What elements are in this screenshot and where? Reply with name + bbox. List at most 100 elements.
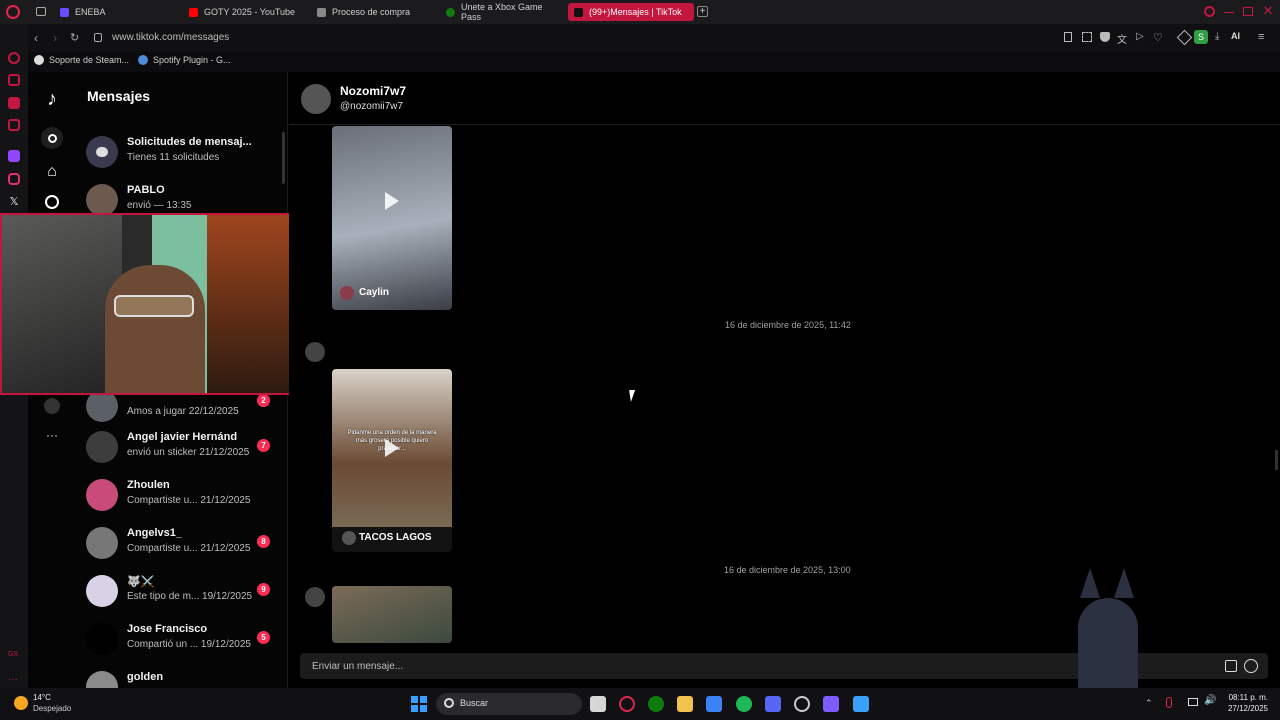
- clock-time[interactable]: 08:11 p. m.: [1226, 693, 1268, 702]
- xbox-icon[interactable]: [648, 696, 664, 712]
- play-icon[interactable]: [385, 439, 399, 457]
- opera-logo-icon[interactable]: [6, 5, 20, 19]
- shared-video[interactable]: Caylin: [332, 126, 452, 310]
- snapshot-icon[interactable]: [1082, 32, 1092, 42]
- play-icon[interactable]: [385, 192, 399, 210]
- video-thumbnail: [332, 586, 452, 643]
- emoji-icon[interactable]: [1244, 659, 1258, 673]
- list-item[interactable]: Zhoulen Compartiste u... 21/12/2025: [86, 475, 286, 519]
- bookmark-spotify[interactable]: Spotify Plugin - G...: [138, 55, 231, 65]
- chat-avatar[interactable]: [301, 84, 331, 114]
- tab-xbox[interactable]: Únete a Xbox Game Pass: [440, 3, 564, 21]
- tray-overflow-icon[interactable]: ⌃: [1145, 698, 1153, 709]
- store-icon[interactable]: [706, 696, 722, 712]
- profile-avatar[interactable]: S: [1194, 30, 1208, 44]
- url-field[interactable]: www.tiktok.com/messages: [112, 32, 229, 43]
- tab-checkout[interactable]: Proceso de compra: [311, 3, 433, 21]
- workspaces-icon[interactable]: [36, 7, 46, 16]
- new-tab-icon[interactable]: +: [697, 6, 708, 17]
- home-icon[interactable]: ⌂: [43, 163, 61, 181]
- list-item-name: Angelvs1_: [127, 527, 183, 539]
- shield-icon[interactable]: [1100, 32, 1110, 42]
- tab-label: Únete a Xbox Game Pass: [461, 3, 543, 21]
- menu-icon[interactable]: ≡: [1258, 31, 1264, 43]
- bookmark-steam[interactable]: Soporte de Steam...: [34, 55, 129, 65]
- tiktok-logo-icon[interactable]: ♪: [42, 88, 62, 110]
- more-options-icon[interactable]: ···: [46, 428, 58, 442]
- app-grid-icon[interactable]: [823, 696, 839, 712]
- steam-icon[interactable]: [794, 696, 810, 712]
- close-window-icon[interactable]: ✕: [1261, 3, 1275, 18]
- speed-dial-icon[interactable]: [8, 52, 20, 64]
- tab-eneba[interactable]: ENEBA: [54, 3, 174, 21]
- twitch-icon[interactable]: [8, 150, 20, 162]
- webcam-backdrop: [2, 215, 122, 393]
- download-icon[interactable]: ⤓: [1215, 31, 1219, 42]
- opera-gx-icon[interactable]: [619, 696, 635, 712]
- back-icon[interactable]: ‹: [34, 31, 38, 45]
- task-view-icon[interactable]: [590, 696, 606, 712]
- taskbar-search-label: Buscar: [460, 698, 489, 708]
- search-icon[interactable]: [41, 127, 63, 149]
- x-twitter-icon[interactable]: 𝕏: [7, 194, 21, 208]
- extensions-icon[interactable]: [1176, 29, 1193, 46]
- search-tabs-icon[interactable]: [1204, 6, 1215, 17]
- weather-icon[interactable]: [14, 696, 28, 710]
- list-item[interactable]: Angel javier Hernánd envió un sticker 21…: [86, 427, 286, 471]
- photos-icon[interactable]: [853, 696, 869, 712]
- aria-ai-button[interactable]: AI: [1231, 31, 1240, 41]
- person-image: [105, 265, 205, 393]
- messenger-icon[interactable]: [8, 97, 20, 109]
- list-item[interactable]: Jose Francisco Compartió un ... 19/12/20…: [86, 619, 286, 663]
- chat-scrollbar[interactable]: [1275, 450, 1278, 470]
- minimize-icon[interactable]: [1224, 12, 1234, 13]
- taskbar-search[interactable]: Buscar: [436, 693, 582, 715]
- weather-temp[interactable]: 14°C: [33, 693, 51, 702]
- start-button[interactable]: [411, 696, 427, 712]
- video-author: TACOS LAGOS: [359, 532, 432, 543]
- tab-youtube[interactable]: GOTY 2025 - YouTube: [183, 3, 303, 21]
- tab-tiktok[interactable]: (99+)Mensajes | TikTok: [568, 3, 694, 21]
- sender-avatar[interactable]: [305, 342, 325, 362]
- instagram-icon[interactable]: [8, 173, 20, 185]
- message-input[interactable]: Enviar un mensaje...: [312, 661, 403, 672]
- list-item[interactable]: golden: [86, 667, 286, 688]
- eneba-favicon-icon: [60, 7, 69, 17]
- chat-name[interactable]: Nozomi7w7: [340, 84, 406, 98]
- bag-icon[interactable]: [8, 74, 20, 86]
- clock-date[interactable]: 27/12/2025: [1226, 704, 1268, 713]
- spotify-icon[interactable]: [736, 696, 752, 712]
- explore-icon[interactable]: [45, 195, 59, 209]
- file-explorer-icon[interactable]: [677, 696, 693, 712]
- list-item-name: PABLO: [127, 184, 165, 196]
- message-requests-item[interactable]: Solicitudes de mensaj... Tienes 11 solic…: [86, 132, 286, 176]
- chat-handle[interactable]: @nozomii7w7: [340, 101, 403, 112]
- more-icon[interactable]: ···: [8, 674, 18, 685]
- shared-video[interactable]: Pidanme una orden de la manera más grose…: [332, 369, 452, 552]
- author-avatar: [340, 286, 354, 300]
- microphone-icon[interactable]: [1166, 697, 1172, 708]
- profile-icon[interactable]: [44, 398, 60, 414]
- youtube-favicon-icon: [189, 7, 198, 17]
- page-favicon-icon: [317, 7, 326, 17]
- list-item-preview: Este tipo de m... 19/12/2025: [127, 591, 253, 602]
- gx-label-icon[interactable]: GX: [8, 651, 18, 658]
- translate-icon[interactable]: 文: [1117, 31, 1127, 46]
- bookmark-icon[interactable]: [1064, 32, 1072, 42]
- maximize-icon[interactable]: [1243, 7, 1253, 16]
- discord-icon[interactable]: [765, 696, 781, 712]
- heart-icon[interactable]: ♡: [1153, 31, 1163, 44]
- network-icon[interactable]: [1188, 698, 1198, 706]
- weather-desc[interactable]: Despejado: [33, 704, 71, 713]
- play-icon[interactable]: ▷: [1136, 31, 1144, 42]
- image-upload-icon[interactable]: [1225, 660, 1237, 672]
- list-item-preview: Amos a jugar 22/12/2025: [127, 406, 239, 417]
- reload-icon[interactable]: ↻: [70, 31, 79, 44]
- sender-avatar[interactable]: [305, 587, 325, 607]
- volume-icon[interactable]: 🔊: [1204, 695, 1216, 706]
- list-item[interactable]: Angelvs1_ Compartiste u... 21/12/2025 8: [86, 523, 286, 567]
- list-item[interactable]: 🐺⚔️ Este tipo de m... 19/12/2025 9: [86, 571, 286, 615]
- forward-icon[interactable]: ›: [53, 31, 57, 45]
- mail-icon[interactable]: [8, 119, 20, 131]
- shared-video[interactable]: [332, 586, 452, 643]
